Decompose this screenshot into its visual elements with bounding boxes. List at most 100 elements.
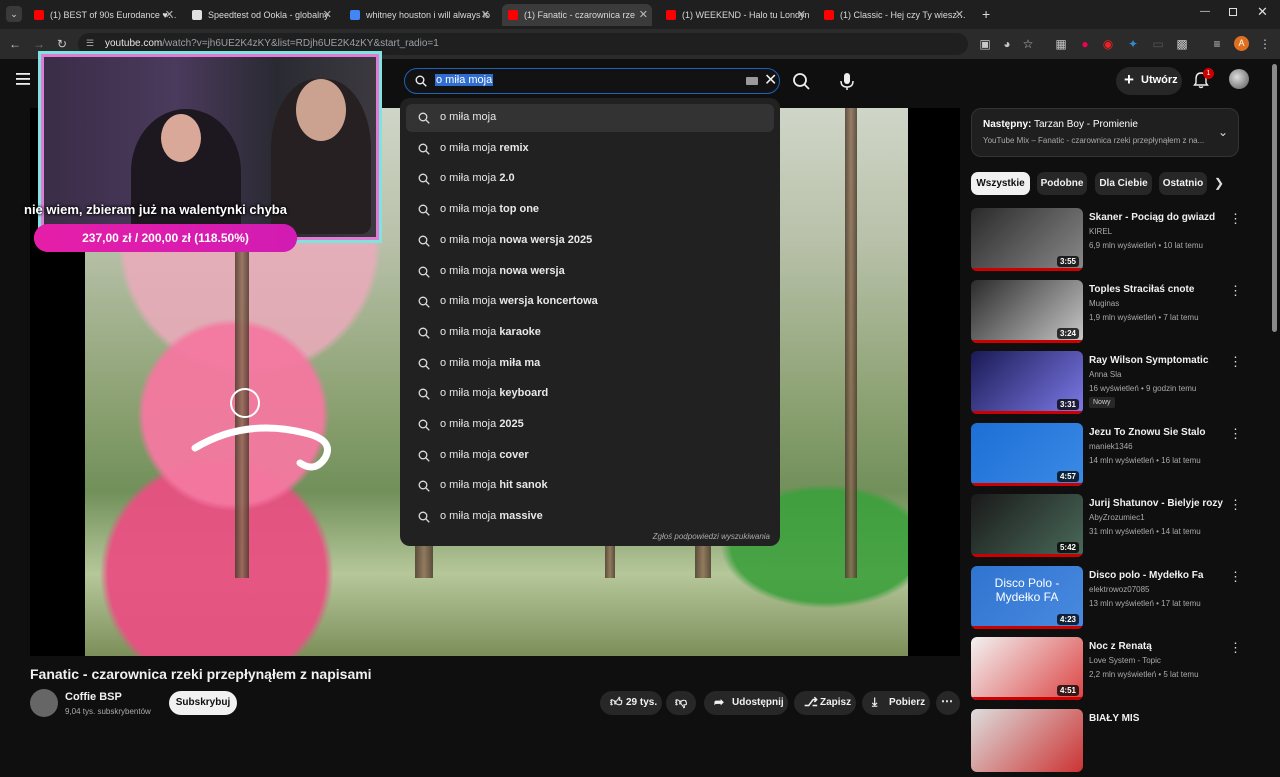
search-suggestion[interactable]: o miła moja [406, 104, 774, 132]
recommended-video-channel[interactable]: Anna Sla [1089, 370, 1121, 379]
create-button[interactable]: + Utwórz [1116, 67, 1182, 95]
recommended-video-channel[interactable]: KIREL [1089, 227, 1112, 236]
video-thumbnail[interactable]: 4:51 [971, 637, 1083, 700]
dislike-button[interactable]: 👎︎ [666, 691, 696, 715]
recommended-video-title[interactable]: Ray Wilson Symptomatic [1089, 355, 1229, 366]
recommended-video[interactable]: 5:42 Jurij Shatunov - Bielyje rozy AbyZroz… [971, 494, 1251, 562]
recommended-video[interactable]: 3:24 Toples Straciłaś cnote Muginas 1,9 mln… [971, 279, 1251, 348]
search-button[interactable] [784, 66, 818, 96]
like-button[interactable]: 👍︎ 29 tys. [600, 691, 662, 715]
close-tab-icon[interactable]: ✕ [165, 8, 174, 21]
browser-tab[interactable]: whitney houston i will always lo ✕ [344, 4, 494, 26]
recommended-video-channel[interactable]: maniek1346 [1089, 442, 1133, 451]
recommended-video-title[interactable]: Toples Straciłaś cnote [1089, 284, 1229, 295]
extension-icon[interactable]: ✦ [1126, 37, 1140, 51]
recommended-video-channel[interactable]: AbyZrozumiec1 [1089, 513, 1145, 522]
search-suggestion[interactable]: o miła moja top one [406, 196, 774, 224]
profile-avatar[interactable]: A [1234, 36, 1249, 51]
account-avatar[interactable] [1229, 69, 1249, 89]
channel-name[interactable]: Coffie BSP [65, 691, 122, 703]
eye-off-icon[interactable]: ◕ [1000, 37, 1014, 51]
video-thumbnail[interactable] [971, 708, 1083, 772]
more-vertical-icon[interactable]: ⋮ [1229, 640, 1242, 656]
filter-chip[interactable]: Dla Ciebie [1095, 172, 1152, 195]
video-thumbnail[interactable]: 5:42 [971, 494, 1083, 557]
extension-icon[interactable]: ● [1078, 37, 1092, 51]
bookmark-star-icon[interactable]: ☆ [1021, 37, 1035, 51]
close-tab-icon[interactable]: ✕ [481, 8, 490, 21]
search-suggestion[interactable]: o miła moja wersja koncertowa [406, 288, 774, 316]
up-next-panel[interactable]: Następny: Tarzan Boy - Promienie YouTube… [971, 108, 1239, 157]
video-thumbnail[interactable]: 4:57 [971, 422, 1083, 486]
search-suggestion[interactable]: o miła moja miła ma [406, 350, 774, 378]
recommended-video-channel[interactable]: Love System - Topic [1089, 656, 1161, 665]
more-vertical-icon[interactable]: ⋮ [1229, 426, 1242, 442]
search-suggestion[interactable]: o miła moja nowa wersja 2025 [406, 227, 774, 255]
chevron-down-icon[interactable]: ⌄ [1218, 125, 1228, 139]
minimize-icon[interactable]: — [1200, 6, 1210, 17]
browser-tab[interactable]: (1) Classic - Hej czy Ty wiesz - Y ✕ [818, 4, 968, 26]
search-suggestion[interactable]: o miła moja 2025 [406, 411, 774, 439]
video-thumbnail[interactable]: 3:55 [971, 208, 1083, 271]
search-suggestion[interactable]: o miła moja remix [406, 135, 774, 163]
subscribe-button[interactable]: Subskrybuj [169, 691, 237, 715]
close-window-icon[interactable]: ✕ [1257, 4, 1268, 20]
search-suggestion[interactable]: o miła moja 2.0 [406, 165, 774, 193]
download-button[interactable]: ⤓ Pobierz [862, 691, 930, 715]
extension-icon[interactable]: ▭ [1151, 37, 1165, 51]
close-tab-icon[interactable]: ✕ [797, 8, 806, 21]
recommended-video[interactable]: BIAŁY MIŚ [971, 708, 1251, 777]
filter-chip[interactable]: Podobne [1037, 172, 1087, 195]
close-tab-icon[interactable]: ✕ [323, 8, 332, 21]
more-actions-button[interactable]: ⋯ [936, 691, 960, 715]
recommended-video-title[interactable]: Skaner - Pociąg do gwiazd [1089, 212, 1229, 223]
close-tab-icon[interactable]: ✕ [955, 8, 964, 21]
recommended-video[interactable]: 3:31 Ray Wilson Symptomatic Anna Sla 16 wyś… [971, 351, 1251, 419]
filter-chip[interactable]: Wszystkie [971, 172, 1030, 195]
page-scrollbar[interactable] [1272, 64, 1277, 332]
close-tab-icon[interactable]: ✕ [639, 8, 648, 21]
search-suggestion[interactable]: o miła moja karaoke [406, 319, 774, 347]
recommended-video[interactable]: 4:57 Jezu To Znowu Sie Stalo maniek1346 14 … [971, 422, 1251, 491]
recommended-video[interactable]: 4:51 Noc z Renatą Love System - Topic 2,2 m… [971, 637, 1251, 705]
more-vertical-icon[interactable]: ⋮ [1229, 211, 1242, 227]
recommended-video-title[interactable]: Jurij Shatunov - Bielyje rozy [1089, 498, 1229, 509]
search-suggestion[interactable]: o miła moja massive [406, 503, 774, 531]
channel-avatar[interactable] [30, 689, 58, 717]
media-controls-icon[interactable]: ≡ [1210, 37, 1224, 51]
site-info-icon[interactable]: ☰ [86, 38, 98, 50]
recommended-video-title[interactable]: Noc z Renatą [1089, 641, 1229, 652]
forward-icon[interactable]: → [32, 37, 46, 51]
recommended-video-title[interactable]: Jezu To Znowu Sie Stalo [1089, 427, 1229, 438]
recommended-video-title[interactable]: BIAŁY MIŚ [1089, 713, 1229, 724]
extension-icon[interactable]: ▦ [1054, 37, 1068, 51]
cast-icon[interactable]: ▣ [978, 37, 992, 51]
more-vertical-icon[interactable]: ⋮ [1229, 283, 1242, 299]
recommended-video-channel[interactable]: Muginas [1089, 299, 1119, 308]
recommended-video-channel[interactable]: elektrowoz07085 [1089, 585, 1149, 594]
recommended-video[interactable]: 3:55 Skaner - Pociąg do gwiazd KIREL 6,9 ml… [971, 208, 1251, 276]
extension-icon[interactable]: ◉ [1101, 37, 1115, 51]
recommended-video-title[interactable]: Disco polo - Mydełko Fa [1089, 570, 1229, 581]
browser-tab[interactable]: (1) WEEKEND - Halo tu Londyn ✕ [660, 4, 810, 26]
browser-menu-icon[interactable]: ⋮ [1258, 37, 1272, 51]
more-vertical-icon[interactable]: ⋮ [1229, 497, 1242, 513]
search-suggestion[interactable]: o miła moja keyboard [406, 380, 774, 408]
browser-tab[interactable]: Speedtest od Ookla - globalny ✕ [186, 4, 336, 26]
search-suggestion[interactable]: o miła moja hit sanok [406, 472, 774, 500]
recommended-video[interactable]: Disco Polo - Mydełko FA 4:23 Disco polo - … [971, 565, 1251, 634]
browser-tab[interactable]: (1) BEST of 90s Eurodance ♥ La ✕ [28, 4, 178, 26]
chevron-right-icon[interactable]: ❯ [1214, 176, 1224, 190]
save-button[interactable]: ⎇ Zapisz [794, 691, 856, 715]
hamburger-menu-icon[interactable] [16, 73, 30, 85]
search-suggestion[interactable]: o miła moja cover [406, 442, 774, 470]
video-thumbnail[interactable]: 3:24 [971, 279, 1083, 343]
browser-tab[interactable]: (1) Fanatic - czarownica rze ✕ [502, 4, 652, 26]
search-suggestion[interactable]: o miła moja nowa wersja [406, 258, 774, 286]
filter-chip[interactable]: Ostatnio [1159, 172, 1207, 195]
keyboard-icon[interactable] [746, 77, 758, 85]
tab-search-dropdown-icon[interactable]: ⌄ [6, 6, 22, 22]
back-icon[interactable]: ← [8, 37, 22, 51]
reload-icon[interactable]: ↻ [55, 37, 69, 51]
new-tab-plus-icon[interactable]: + [982, 6, 990, 22]
